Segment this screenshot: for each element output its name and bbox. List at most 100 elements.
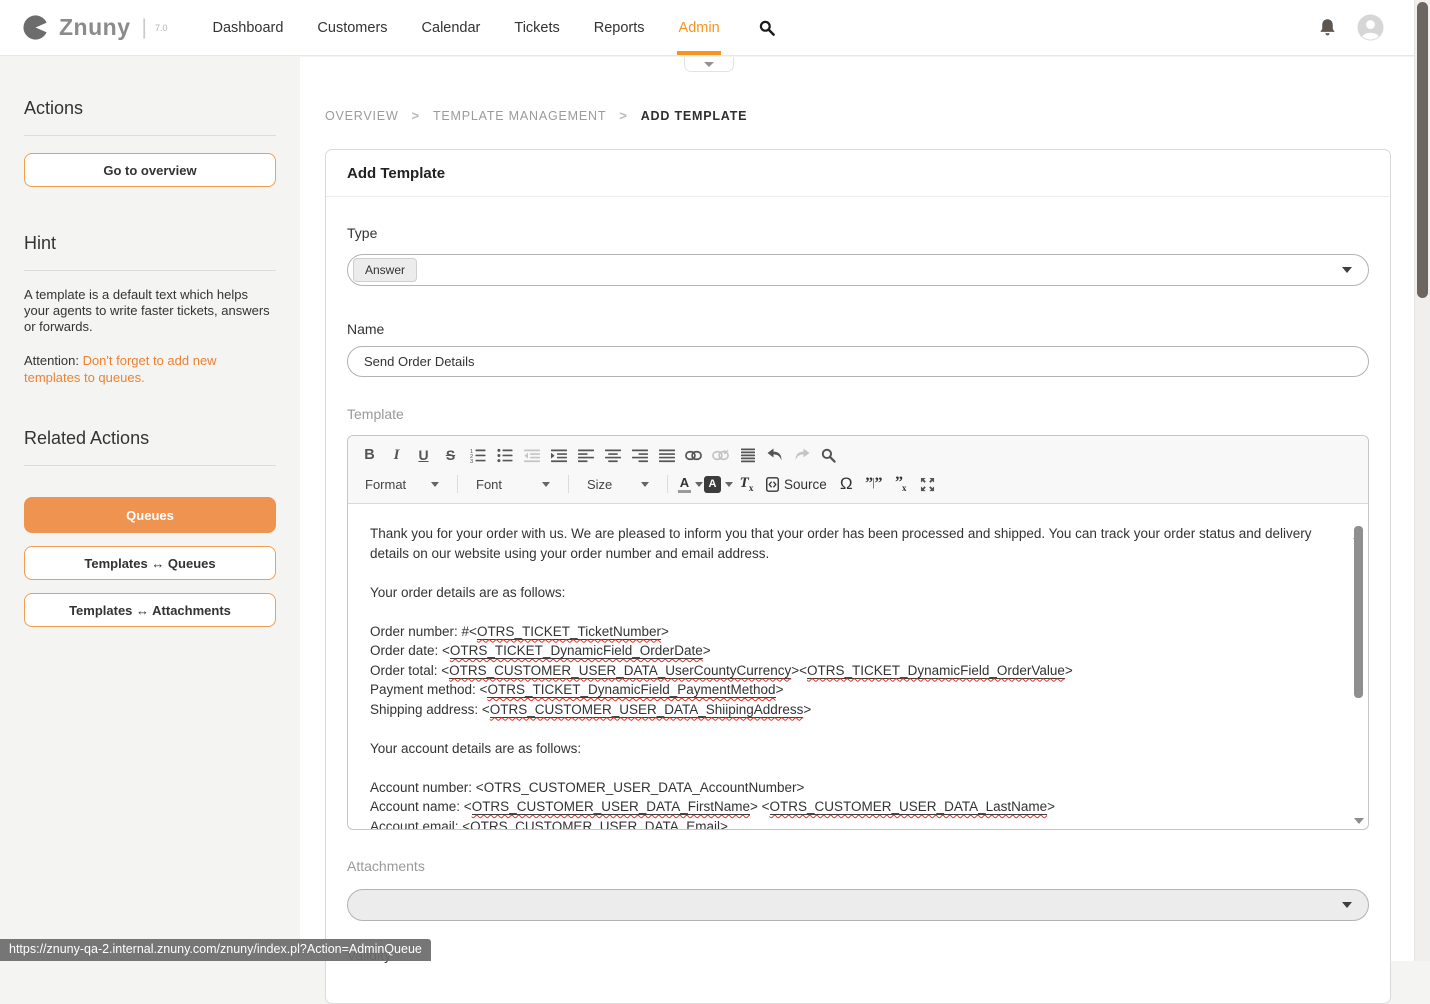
top-navigation: Znuny | 7.0 DashboardCustomersCalendarTi…: [0, 0, 1414, 56]
text-color-icon[interactable]: A: [677, 472, 704, 497]
undo-icon[interactable]: [761, 443, 788, 468]
bulleted-list-icon[interactable]: [491, 443, 518, 468]
sidebar: Actions Go to overview Hint A template i…: [24, 57, 276, 627]
attachments-label: Attachments: [347, 858, 1369, 874]
related-action-templates-attachments[interactable]: Templates ↔ Attachments: [24, 593, 276, 627]
richtext-editor: BIUS123 FormatFontSizeAATxSourceΩ”|””x T…: [347, 435, 1369, 830]
bold-icon[interactable]: B: [356, 443, 383, 468]
find-icon[interactable]: [815, 443, 842, 468]
align-justify-icon[interactable]: [653, 443, 680, 468]
editor-line: Account email: <OTRS_CUSTOMER_USER_DATA_…: [370, 817, 1328, 830]
brand-logo[interactable]: Znuny | 7.0: [22, 13, 167, 42]
maximize-icon[interactable]: [914, 472, 941, 497]
font-dropdown[interactable]: Font: [467, 472, 559, 497]
breadcrumb-template-management[interactable]: TEMPLATE MANAGEMENT: [433, 109, 606, 123]
go-to-overview-button[interactable]: Go to overview: [24, 153, 276, 187]
italic-icon[interactable]: I: [383, 443, 410, 468]
source-label: Source: [784, 477, 827, 492]
redo-icon: [788, 443, 815, 468]
divider: [24, 270, 276, 271]
breadcrumb-overview[interactable]: OVERVIEW: [325, 109, 399, 123]
main-menu: DashboardCustomersCalendarTicketsReports…: [195, 0, 736, 55]
attachments-select[interactable]: [347, 889, 1369, 921]
special-character-icon[interactable]: Ω: [833, 472, 860, 497]
name-input[interactable]: [347, 346, 1369, 377]
nav-item-admin[interactable]: Admin: [662, 0, 737, 55]
editor-line: [370, 602, 1328, 622]
status-url-text: https://znuny-qa-2.internal.znuny.com/zn…: [9, 942, 422, 956]
related-actions-heading: Related Actions: [24, 428, 276, 449]
editor-toolbar: BIUS123 FormatFontSizeAATxSourceΩ”|””x: [348, 436, 1368, 504]
select-all-icon[interactable]: [734, 443, 761, 468]
user-avatar[interactable]: [1357, 14, 1384, 41]
type-selected-value: Answer: [353, 258, 417, 282]
size-dropdown[interactable]: Size: [578, 472, 658, 497]
hint-heading: Hint: [24, 233, 276, 254]
align-right-icon[interactable]: [626, 443, 653, 468]
editor-scrollbar[interactable]: [1353, 516, 1365, 824]
znuny-logo-icon: [22, 13, 51, 42]
editor-scrollbar-thumb[interactable]: [1354, 526, 1363, 698]
otrs-tag: OTRS_TICKET_DynamicField_PaymentMethod: [487, 682, 775, 698]
align-center-icon[interactable]: [599, 443, 626, 468]
toolbar-separator: [568, 475, 569, 493]
toolbar-collapse-handle[interactable]: [684, 57, 734, 72]
search-icon[interactable]: [759, 20, 775, 36]
related-action-templates-queues[interactable]: Templates ↔ Queues: [24, 546, 276, 580]
editor-content[interactable]: Thank you for your order with us. We are…: [348, 504, 1368, 829]
hint-text: A template is a default text which helps…: [24, 287, 274, 335]
svg-text:3: 3: [470, 459, 473, 463]
link-icon[interactable]: [680, 443, 707, 468]
nav-item-calendar[interactable]: Calendar: [405, 0, 498, 55]
editor-line: Order number: #<OTRS_TICKET_TicketNumber…: [370, 622, 1328, 642]
attention-label: Attention:: [24, 353, 79, 368]
page-scrollbar[interactable]: [1414, 0, 1430, 961]
chevron-down-icon: [542, 482, 550, 487]
nav-item-reports[interactable]: Reports: [577, 0, 662, 55]
source-button[interactable]: Source: [760, 472, 833, 497]
related-action-queues[interactable]: Queues: [24, 497, 276, 533]
nav-item-tickets[interactable]: Tickets: [497, 0, 576, 55]
align-left-icon[interactable]: [572, 443, 599, 468]
name-label: Name: [347, 321, 1369, 337]
editor-line: Order date: <OTRS_TICKET_DynamicField_Or…: [370, 641, 1328, 661]
indent-icon[interactable]: [545, 443, 572, 468]
remove-quote-icon[interactable]: ”x: [887, 472, 914, 497]
otrs-tag: OTRS_CUSTOMER_USER_DATA_UserCountyCurren…: [449, 663, 791, 679]
numbered-list-icon[interactable]: 123: [464, 443, 491, 468]
editor-line: Shipping address: <OTRS_CUSTOMER_USER_DA…: [370, 700, 1328, 720]
scroll-down-icon[interactable]: [1354, 818, 1364, 824]
editor-line: Your account details are as follows:: [370, 739, 1328, 759]
type-select[interactable]: Answer: [347, 254, 1369, 286]
editor-line: [370, 758, 1328, 778]
related-actions-list: Queues Templates ↔ Queues Templates ↔ Atta…: [24, 497, 276, 627]
chevron-down-icon: [704, 62, 714, 67]
otrs-tag: OTRS_CUSTOMER_USER_DATA_FirstName: [472, 799, 750, 815]
add-template-card: Add Template Type Answer Name Template B…: [325, 149, 1391, 1004]
otrs-tag: OTRS_CUSTOMER_USER_DATA_ShiipingAddress: [490, 702, 804, 718]
type-label: Type: [347, 225, 1369, 241]
chevron-down-icon: [1342, 902, 1352, 908]
format-dropdown[interactable]: Format: [356, 472, 448, 497]
toolbar-separator: [667, 475, 668, 493]
card-title: Add Template: [326, 150, 1390, 197]
notifications-bell-icon[interactable]: [1318, 18, 1337, 38]
editor-line: [370, 719, 1328, 739]
chevron-right-icon: >: [619, 108, 627, 123]
editor-line: [370, 563, 1328, 583]
size-dropdown-label: Size: [587, 477, 612, 492]
nav-item-dashboard[interactable]: Dashboard: [195, 0, 300, 55]
remove-format-icon[interactable]: Tx: [733, 472, 760, 497]
page-scrollbar-thumb[interactable]: [1417, 2, 1428, 298]
actions-heading: Actions: [24, 98, 276, 119]
background-color-icon[interactable]: A: [704, 472, 733, 497]
nav-item-customers[interactable]: Customers: [300, 0, 404, 55]
editor-line: Account name: <OTRS_CUSTOMER_USER_DATA_F…: [370, 797, 1328, 817]
strikethrough-icon[interactable]: S: [437, 443, 464, 468]
editor-line: Order total: <OTRS_CUSTOMER_USER_DATA_Us…: [370, 661, 1328, 681]
insert-quote-icon[interactable]: ”|”: [860, 472, 887, 497]
underline-icon[interactable]: U: [410, 443, 437, 468]
chevron-down-icon: [431, 482, 439, 487]
editor-line: Payment method: <OTRS_TICKET_DynamicFiel…: [370, 680, 1328, 700]
editor-line: Account number: <OTRS_CUSTOMER_USER_DATA…: [370, 778, 1328, 798]
